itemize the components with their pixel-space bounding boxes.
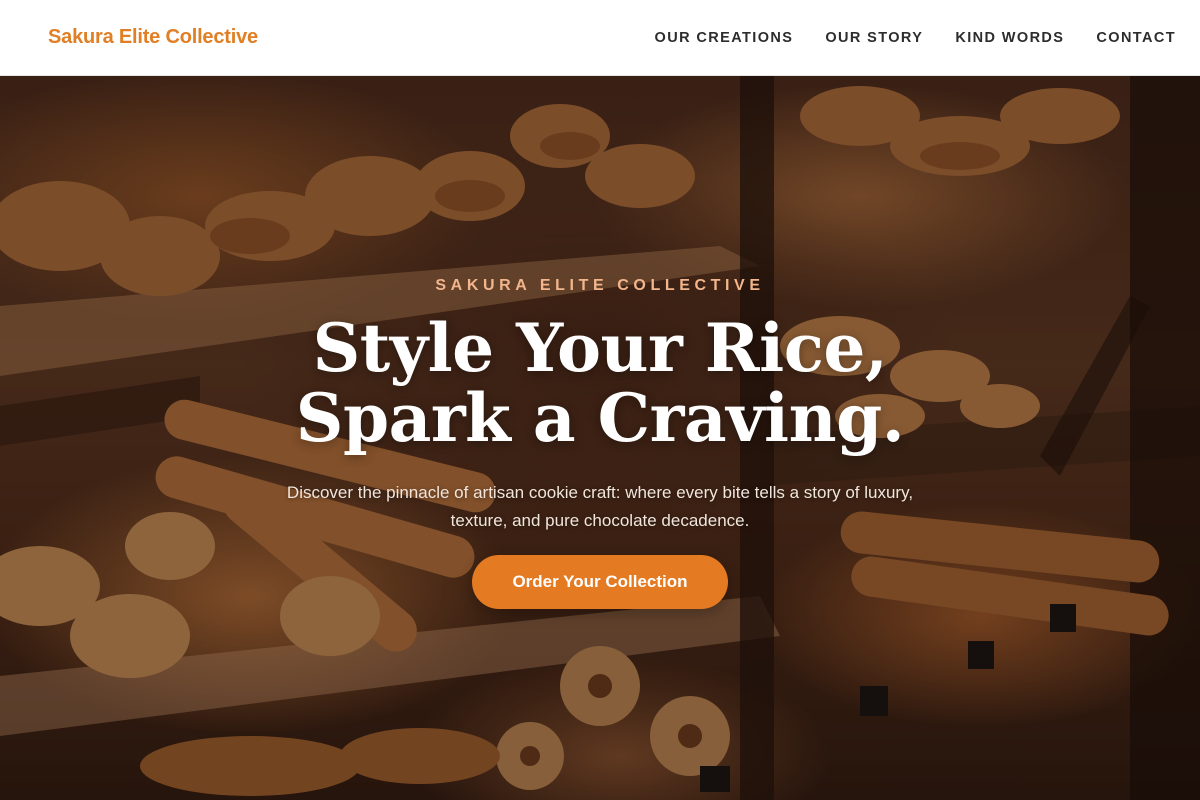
- hero-headline-line-2: Spark a Craving.: [295, 379, 905, 457]
- nav-link-our-story[interactable]: OUR STORY: [825, 30, 923, 46]
- brand-logo-link[interactable]: Sakura Elite Collective: [48, 26, 258, 49]
- hero-subhead: Discover the pinnacle of artisan cookie …: [286, 483, 914, 530]
- nav-link-kind-words[interactable]: KIND WORDS: [955, 30, 1064, 46]
- hero-headline-line-1: Style Your Rice,: [312, 309, 888, 387]
- hero-headline: Style Your Rice, Spark a Craving.: [295, 309, 905, 457]
- hero-section: SAKURA ELITE COLLECTIVE Style Your Rice,…: [0, 76, 1200, 800]
- order-collection-button[interactable]: Order Your Collection: [472, 555, 728, 609]
- hero-content: SAKURA ELITE COLLECTIVE Style Your Rice,…: [0, 76, 1200, 800]
- nav-link-contact[interactable]: CONTACT: [1096, 30, 1176, 46]
- site-header: Sakura Elite Collective OUR CREATIONS OU…: [0, 0, 1200, 76]
- hero-eyebrow: SAKURA ELITE COLLECTIVE: [435, 277, 765, 294]
- nav-link-our-creations[interactable]: OUR CREATIONS: [655, 30, 794, 46]
- main-nav: OUR CREATIONS OUR STORY KIND WORDS CONTA…: [655, 30, 1176, 46]
